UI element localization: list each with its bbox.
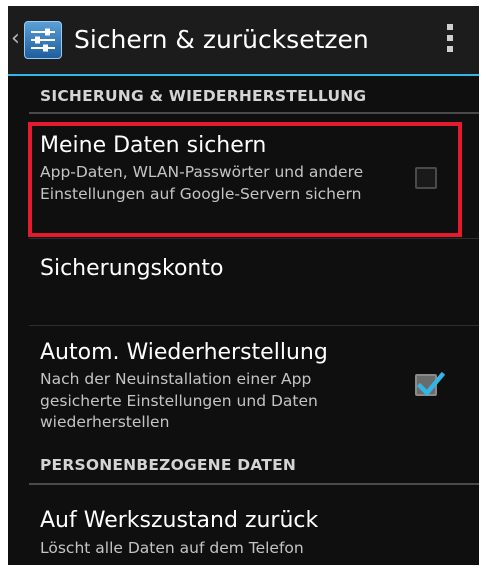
list-divider <box>29 325 479 326</box>
list-divider <box>29 238 479 239</box>
page-title: Sichern & zurücksetzen <box>74 25 369 54</box>
section-divider <box>29 483 479 485</box>
section-header-backup: SICHERUNG & WIEDERHERSTELLUNG <box>40 87 367 105</box>
settings-sliders-icon[interactable] <box>24 21 62 59</box>
action-bar-underline <box>8 74 479 76</box>
item-summary: Löscht alle Daten auf dem Telefon <box>40 539 304 557</box>
section-divider <box>29 112 479 114</box>
overflow-dot <box>447 24 453 30</box>
auto-restore-checkbox[interactable] <box>415 371 445 397</box>
item-title: Sicherungskonto <box>40 256 224 281</box>
item-title: Auf Werkszustand zurück <box>40 508 319 533</box>
item-summary: Nach der Neuinstallation einer App gesic… <box>40 370 318 431</box>
settings-screen: ‹ Sichern & zurücksetzen SICHERUNG & WIE… <box>8 6 479 565</box>
checkmark-icon <box>416 371 445 397</box>
highlight-frame <box>28 122 462 237</box>
overflow-menu-icon[interactable] <box>446 24 454 56</box>
overflow-dot <box>447 35 453 41</box>
section-header-personal: PERSONENBEZOGENE DATEN <box>40 456 297 474</box>
action-bar: ‹ Sichern & zurücksetzen <box>8 6 479 74</box>
up-navigation-icon[interactable]: ‹ <box>11 26 20 52</box>
overflow-dot <box>447 46 453 52</box>
item-title: Autom. Wiederherstellung <box>40 340 328 365</box>
